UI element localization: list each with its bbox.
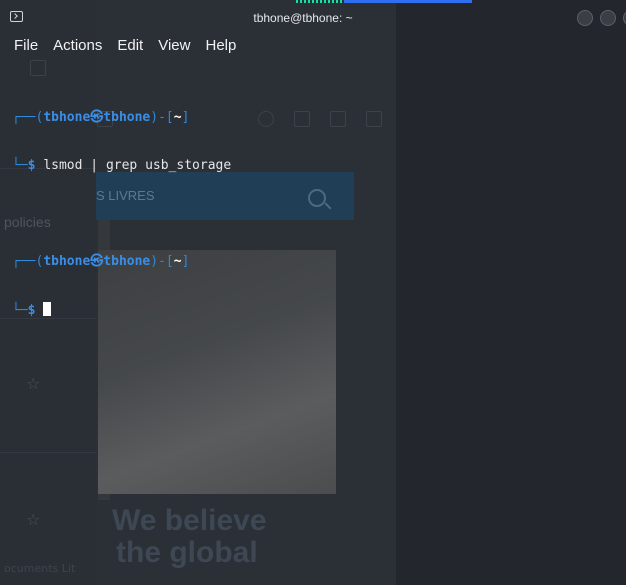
background-heart-icon [258,111,274,127]
menu-file[interactable]: File [14,37,38,55]
background-download-icon [294,111,310,127]
prompt-user: tbhone [43,254,91,269]
prompt-host: tbhone [103,110,151,125]
command-line: └─$ lsmod | grep usb_storage [12,158,232,173]
prompt-dir: ~ [173,110,182,125]
menu-help[interactable]: Help [205,37,236,55]
prompt-at-symbol: ㉿ [90,254,104,269]
prompt-header: ┌──(tbhone㉿tbhone)-[~] [12,254,190,269]
window-title: tbhone@tbhone: ~ [253,11,353,25]
prompt-symbol: $ [27,303,36,318]
background-toolbar-icon [30,60,46,76]
active-command-line[interactable]: └─$ [12,302,231,318]
background-share-icon [330,111,346,127]
prompt-dir: ~ [173,254,182,269]
background-headline: We believe the global [112,504,267,569]
terminal-window: policies ☆ ☆ ocuments Lit S LIVRES We be… [0,0,626,585]
title-bar[interactable]: tbhone@tbhone: ~ [0,0,626,34]
prompt-host: tbhone [103,254,151,269]
menu-edit[interactable]: Edit [117,37,143,55]
command-part: grep [105,158,138,173]
text-cursor [43,302,52,316]
background-search-icon [308,189,326,207]
menu-view[interactable]: View [158,37,190,55]
prompt-header: ┌──(tbhone㉿tbhone)-[~] [12,110,190,125]
command-part: | [90,158,99,173]
background-menu-icon [366,111,382,127]
command-part: lsmod [43,158,83,173]
prompt-symbol: $ [27,158,36,173]
maximize-icon[interactable] [600,10,616,26]
prompt-user: tbhone [43,110,91,125]
menu-actions[interactable]: Actions [53,37,102,55]
minimize-icon[interactable] [577,10,593,26]
terminal-output[interactable]: ┌──(tbhone㉿tbhone)-[~] └─$ lsmod | grep … [12,78,231,350]
background-divider [0,452,96,453]
command-part: usb_storage [145,158,232,173]
prompt-at-symbol: ㉿ [90,110,104,125]
background-star-icon: ☆ [26,374,41,393]
background-footer-text: ocuments Lit [4,562,76,575]
menu-bar: File Actions Edit View Help [14,37,251,55]
background-star-icon: ☆ [26,510,41,529]
